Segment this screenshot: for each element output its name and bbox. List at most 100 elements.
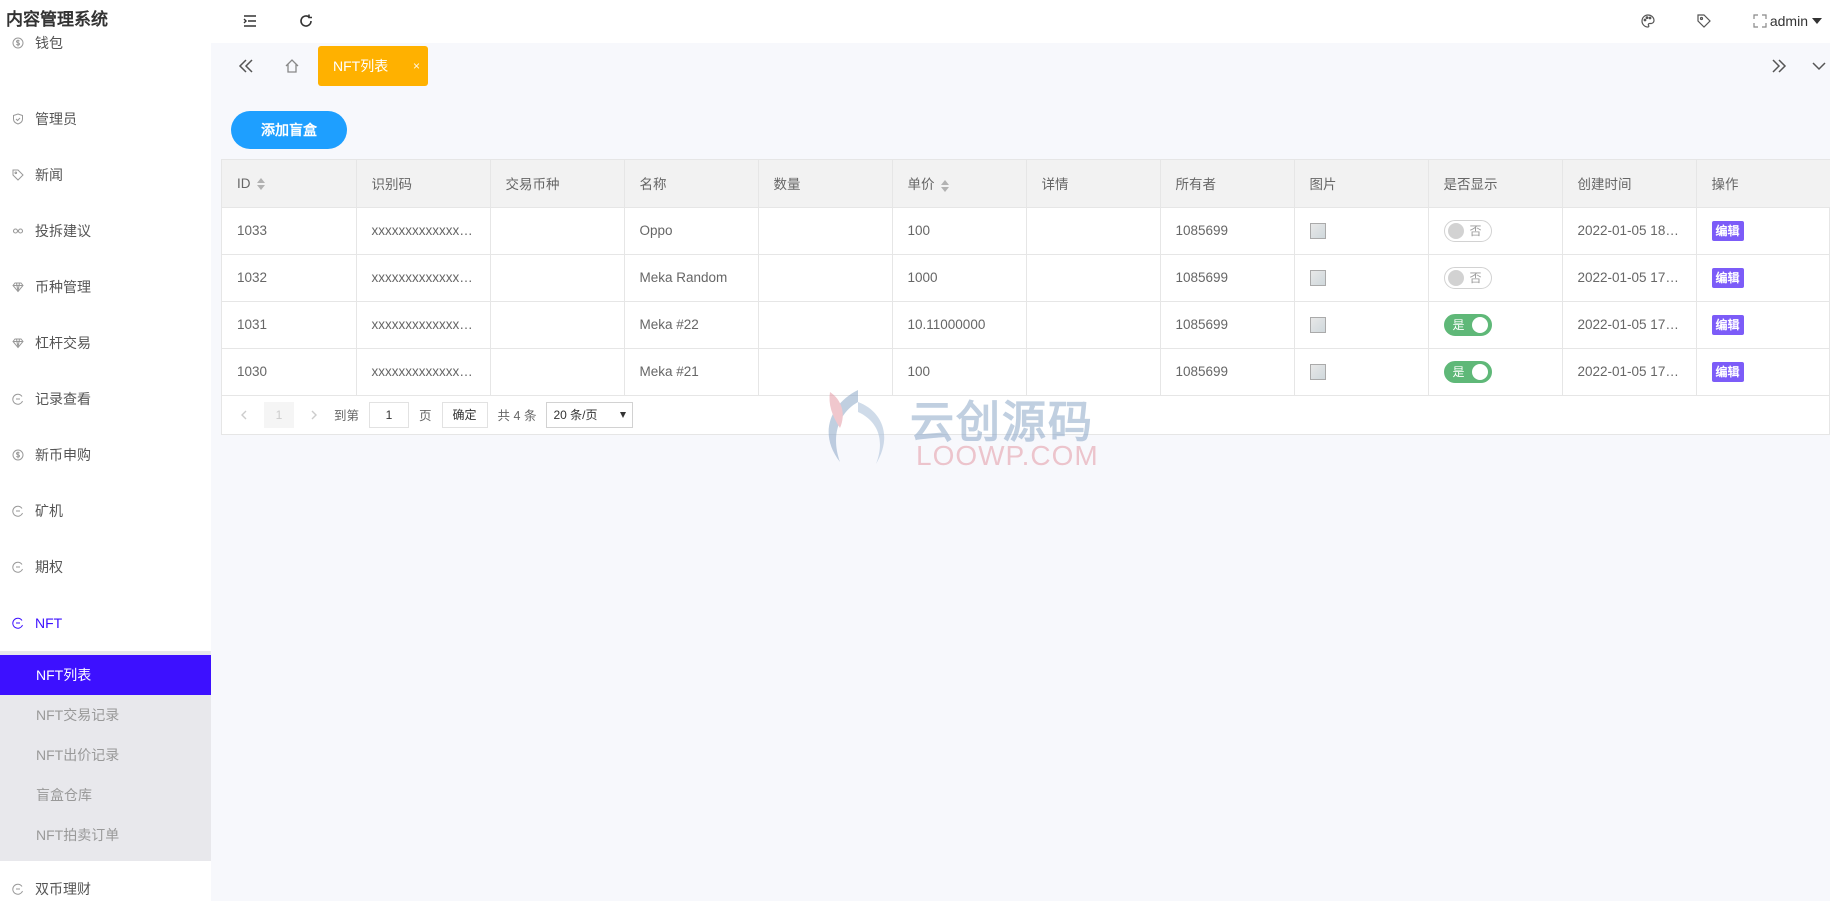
select-caret-icon [620,411,627,418]
submenu-item[interactable]: NFT出价记录 [0,735,211,775]
toggle-knob [1471,363,1488,380]
tab-nft-list[interactable]: NFT列表 × [318,46,428,86]
edit-button[interactable]: 编辑 [1711,314,1744,335]
tab-scroll-left-icon[interactable] [235,55,257,77]
diamond-icon [12,281,24,293]
sort-icon[interactable] [256,178,265,191]
tab-bar: NFT列表 × [211,43,1830,89]
toggle-label: 是 [1452,365,1465,379]
pagination: 1 到第 页 确定 共 4 条 20 条/页 [222,396,1829,434]
sidebar-item[interactable]: NFT [0,595,211,651]
circle-dash-icon [12,883,24,895]
cell-id: 1030 [222,348,357,396]
main-content: 添加盲盒 ID 识别码 交易币种 名称 数量 单价 详情 所有者 图片 是否显示 创建时间 操作 10… [221,89,1830,901]
broken-image-icon[interactable] [1309,316,1326,333]
sidebar-item-label: 币种管理 [35,279,91,295]
sidebar-item[interactable]: 杠杆交易 [0,315,211,371]
column-header[interactable]: 单价 [892,160,1027,208]
submenu-item[interactable]: 盲盒仓库 [0,775,211,815]
page-size-select[interactable]: 20 条/页 [546,401,634,428]
next-page-icon[interactable] [306,407,322,423]
cell-created: 2022-01-05 17:00:00 [1562,254,1697,302]
edit-button[interactable]: 编辑 [1711,220,1744,241]
show-toggle[interactable]: 是 [1443,360,1492,383]
submenu-item[interactable]: NFT拍卖订单 [0,815,211,855]
menu-collapse-icon[interactable] [240,11,260,31]
goto-page-input[interactable] [369,401,410,428]
sidebar-item[interactable]: 期权 [0,539,211,595]
sidebar-item[interactable]: 投拆建议 [0,203,211,259]
cell-actions: 编辑 [1696,207,1830,255]
cell-id: 1033 [222,207,357,255]
column-header-label: 创建时间 [1577,177,1632,193]
show-toggle[interactable]: 否 [1443,266,1492,289]
toggle-label: 否 [1469,224,1482,238]
edit-button[interactable]: 编辑 [1711,361,1744,382]
cell-detail [1026,254,1161,302]
column-header[interactable]: ID [222,160,357,208]
cell-created: 2022-01-05 17:00:00 [1562,301,1697,349]
tab-dropdown-icon[interactable] [1808,55,1830,77]
cell-price: 100 [892,348,1027,396]
sidebar-item-label: 期权 [35,559,63,575]
show-toggle[interactable]: 是 [1443,313,1492,336]
column-header-label: 数量 [773,177,801,193]
tab-label: NFT列表 [333,58,389,74]
column-header-label: 图片 [1309,177,1337,193]
column-header: 交易币种 [490,160,625,208]
cell-code: xxxxxxxxxxxxxxxxxxxxx [356,301,491,349]
current-page[interactable]: 1 [264,401,294,428]
sidebar-item[interactable]: 矿机 [0,483,211,539]
sidebar-item-label: 投拆建议 [35,223,91,239]
fullscreen-icon[interactable] [1750,11,1770,31]
sidebar-item-label: 杠杆交易 [35,335,91,351]
cell-owner: 1085699 [1160,207,1295,255]
table-header-row: ID 识别码 交易币种 名称 数量 单价 详情 所有者 图片 是否显示 创建时间 操作 [222,160,1830,208]
sort-icon[interactable] [940,179,949,192]
page-size-value: 20 条/页 [553,408,598,422]
sidebar-item-label: 钱包 [35,35,63,51]
submenu-item[interactable]: NFT交易记录 [0,695,211,735]
edit-button[interactable]: 编辑 [1711,267,1744,288]
show-toggle[interactable]: 否 [1443,219,1492,242]
cell-actions: 编辑 [1696,348,1830,396]
sidebar-item[interactable]: 新闻 [0,147,211,203]
tab-scroll-right-icon[interactable] [1768,55,1790,77]
sidebar-item-label: 管理员 [35,111,77,127]
cell-detail [1026,207,1161,255]
broken-image-icon[interactable] [1309,269,1326,286]
circle-dash-icon [12,393,24,405]
sidebar-item[interactable]: 记录查看 [0,371,211,427]
cell-image [1294,301,1429,349]
theme-palette-icon[interactable] [1638,11,1658,31]
sidebar-item[interactable]: 新币申购 [0,427,211,483]
tag-icon[interactable] [1694,11,1714,31]
toggle-label: 否 [1469,271,1482,285]
cell-price: 10.11000000 [892,301,1027,349]
submenu-item[interactable]: NFT列表 [0,655,211,695]
broken-image-icon[interactable] [1309,222,1326,239]
cell-image [1294,207,1429,255]
column-header: 是否显示 [1428,160,1563,208]
broken-image-icon[interactable] [1309,363,1326,380]
dollar-circle-icon [12,449,24,461]
cell-qty [758,301,893,349]
cell-owner: 1085699 [1160,254,1295,302]
sidebar-item[interactable]: 币种管理 [0,259,211,315]
home-icon[interactable] [281,55,303,77]
sidebar-item[interactable]: 管理员 [0,91,211,147]
tab-close-icon[interactable]: × [413,46,420,86]
column-header-label: 名称 [639,177,667,193]
column-header-label: 操作 [1711,177,1739,193]
sidebar-item[interactable]: 双币理财 [0,861,211,901]
add-blindbox-button[interactable]: 添加盲盒 [231,111,347,149]
username: admin [1769,13,1808,29]
prev-page-icon[interactable] [236,407,252,423]
user-menu[interactable]: admin [1770,13,1822,29]
goto-confirm-button[interactable]: 确定 [441,401,488,428]
cell-code: xxxxxxxxxxxxxxxxxxxxx [356,348,491,396]
top-header: admin [211,0,1830,43]
refresh-icon[interactable] [296,11,316,31]
cell-owner: 1085699 [1160,348,1295,396]
cell-qty [758,254,893,302]
